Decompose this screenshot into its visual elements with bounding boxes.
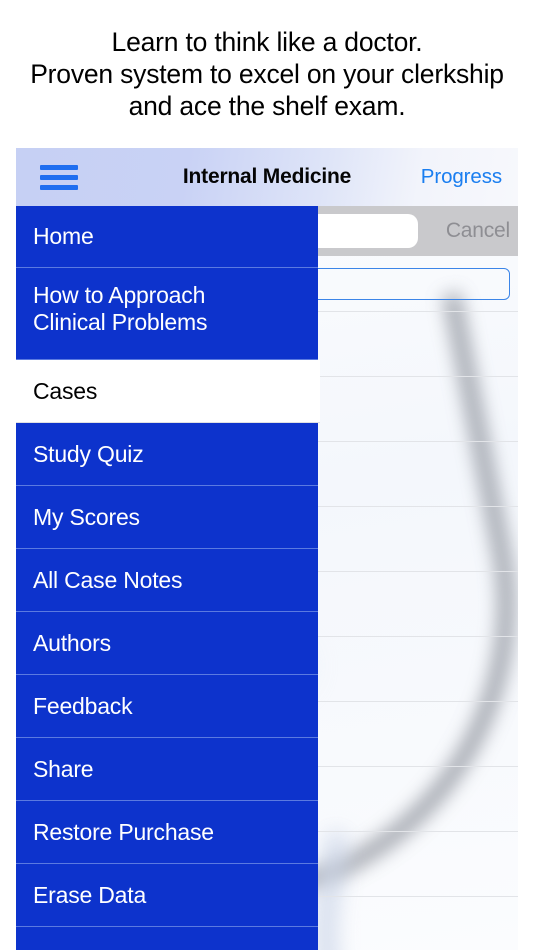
menu-item-label: Home xyxy=(33,223,94,250)
cancel-button[interactable]: Cancel xyxy=(446,206,510,256)
menu-item-home[interactable]: Home xyxy=(16,206,318,268)
menu-item-how-to-approach-clinical-problems[interactable]: How to Approach Clinical Problems xyxy=(16,268,318,360)
slide-out-menu: Home How to Approach Clinical Problems Case… xyxy=(16,206,320,950)
menu-item-label: Share xyxy=(33,755,94,782)
menu-item-label: How to Approach xyxy=(33,282,206,308)
menu-item-restore-purchase[interactable]: Restore Purchase xyxy=(16,801,318,864)
menu-item-cases[interactable]: Cases xyxy=(16,360,320,423)
headline-line-3: and ace the shelf exam. xyxy=(128,91,406,121)
menu-item-study-quiz[interactable]: Study Quiz xyxy=(16,423,318,486)
menu-item-label: All Case Notes xyxy=(33,566,183,593)
menu-item-label: Study Quiz xyxy=(33,440,144,467)
menu-item-feedback[interactable]: Feedback xyxy=(16,675,318,738)
app-screenshot: Learn to think like a doctor. Proven sys… xyxy=(0,0,534,950)
menu-item-label: Cases xyxy=(33,377,98,404)
menu-item-label: Erase Data xyxy=(33,881,147,908)
menu-item-all-case-notes[interactable]: All Case Notes xyxy=(16,549,318,612)
menu-item-label: Restore Purchase xyxy=(33,818,214,845)
headline-line-1: Learn to think like a doctor. xyxy=(111,27,423,57)
menu-item-label: Authors xyxy=(33,629,111,656)
app-window: Internal Medicine Progress Cancel by Dis… xyxy=(16,148,518,950)
menu-item-label: Feedback xyxy=(33,692,133,719)
menu-item-item-11 xyxy=(16,927,318,950)
marketing-headline: Learn to think like a doctor. Proven sys… xyxy=(0,26,534,122)
menu-item-my-scores[interactable]: My Scores xyxy=(16,486,318,549)
menu-item-label-line2: Clinical Problems xyxy=(33,308,208,335)
menu-item-label: My Scores xyxy=(33,503,140,530)
menu-item-erase-data[interactable]: Erase Data xyxy=(16,864,318,927)
menu-item-authors[interactable]: Authors xyxy=(16,612,318,675)
menu-item-share[interactable]: Share xyxy=(16,738,318,801)
progress-button[interactable]: Progress xyxy=(421,148,502,206)
headline-line-2: Proven system to excel on your clerkship xyxy=(30,59,504,89)
navigation-bar: Internal Medicine Progress xyxy=(16,148,518,206)
